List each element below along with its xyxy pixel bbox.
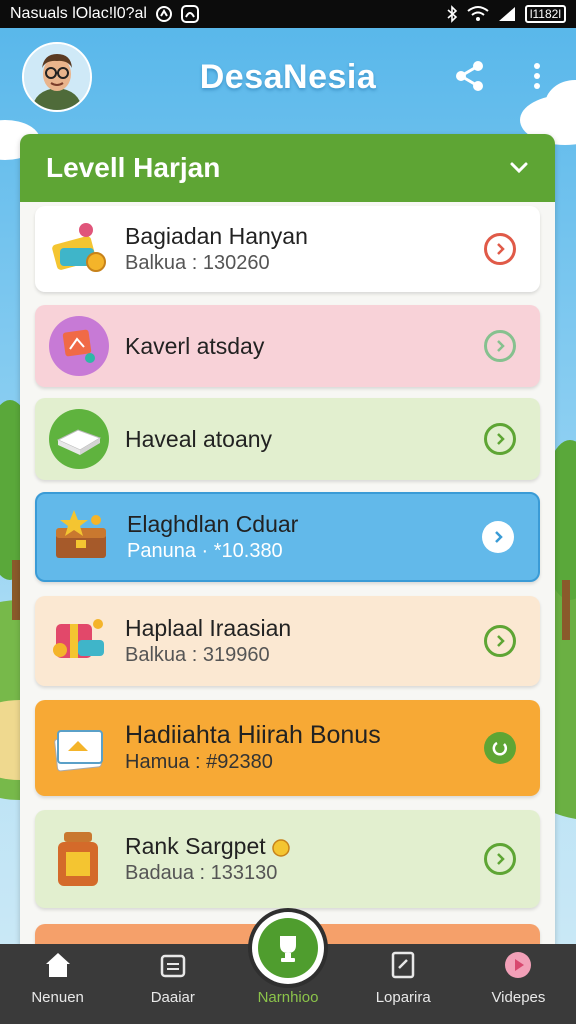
card-title: Elaghdlan Cduar: [127, 511, 299, 537]
chevron-right-icon: [495, 531, 503, 543]
nav-label: Loparira: [375, 989, 431, 1006]
card-subtitle: Balkua : 319960: [125, 644, 270, 666]
battery-indicator: l1182l: [524, 5, 566, 23]
gift-box-icon: [47, 609, 111, 673]
chevron-right-icon: [497, 853, 505, 865]
wifi-icon: [467, 5, 489, 23]
status-text: Nasuals lOlac!l0?al: [10, 5, 147, 22]
list-item[interactable]: Rank Sargpet Badaua : 133130: [35, 810, 540, 908]
card-title: Hadiiahta Hiirah Bonus: [125, 721, 381, 749]
list-item[interactable]: Haveal atoany: [35, 398, 540, 480]
treasure-chest-icon: [49, 505, 113, 569]
signal-icon: [497, 5, 517, 23]
levels-panel: Levell Harjan Bagiadan Hanyan Balkua : 1…: [20, 134, 555, 964]
arrow-right-button[interactable]: [482, 521, 514, 553]
panel-header[interactable]: Levell Harjan: [20, 134, 555, 202]
bonus-badge-button[interactable]: [484, 732, 516, 764]
jar-icon: [47, 827, 111, 891]
chevron-right-icon: [497, 243, 505, 255]
nav-label: Narnhioo: [257, 989, 319, 1006]
arrow-right-button[interactable]: [484, 625, 516, 657]
card-title: Haveal atoany: [125, 426, 273, 452]
more-vertical-icon: [534, 63, 540, 89]
list-item[interactable]: Haplaal Iraasian Balkua : 319960: [35, 596, 540, 686]
trophy-icon: [280, 936, 296, 962]
chevron-down-icon[interactable]: [509, 161, 529, 175]
list-item[interactable]: Hadiiahta Hiirah Bonus Hamua : #92380: [35, 700, 540, 796]
app-title: DesaNesia: [199, 58, 377, 96]
coin-icon: [272, 839, 290, 857]
share-icon: [456, 61, 483, 91]
list-item[interactable]: Elaghdlan Cduar Panuna · *10.380: [35, 492, 540, 582]
card-stack-icon: [47, 716, 111, 780]
nav-label: Nenuen: [31, 989, 84, 1006]
nav-item-list[interactable]: Daaiar: [115, 944, 230, 1024]
more-options-button[interactable]: [526, 58, 548, 94]
card-title-text: Rank Sargpet: [125, 833, 266, 859]
nav-item-home[interactable]: Nenuen: [0, 944, 115, 1024]
gift-box-icon: [47, 217, 111, 281]
card-subtitle: Balkua : 130260: [125, 252, 270, 274]
photo-frame-icon: [47, 314, 111, 378]
card-title: Haplaal Iraasian: [125, 615, 292, 641]
card-title: Kaverl atsday: [125, 333, 265, 359]
nav-item-videos[interactable]: Videpes: [461, 944, 576, 1024]
chevron-right-icon: [497, 433, 505, 445]
arrow-right-button[interactable]: [484, 423, 516, 455]
panel-title: Levell Harjan: [46, 152, 221, 183]
nav-label: Daaiar: [150, 989, 195, 1006]
status-bar: Nasuals lOlac!l0?al l1182l: [0, 0, 576, 28]
nav-item-report[interactable]: Loparira: [346, 944, 461, 1024]
card-subtitle: Hamua : #92380: [125, 751, 273, 773]
book-icon: [47, 407, 111, 471]
home-icon: [42, 949, 74, 981]
card-subtitle: Panuna · *10.380: [127, 540, 283, 562]
chevron-right-icon: [497, 635, 505, 647]
card-subtitle: Badaua : 133130: [125, 862, 278, 884]
briefcase-icon: [157, 949, 189, 981]
chevron-right-icon: [497, 340, 505, 352]
document-edit-icon: [387, 949, 419, 981]
app-header: DesaNesia: [0, 28, 576, 128]
card-title: Bagiadan Hanyan: [125, 223, 308, 249]
video-icon: [502, 949, 534, 981]
arrow-right-button[interactable]: [484, 330, 516, 362]
list-item[interactable]: Bagiadan Hanyan Balkua : 130260: [35, 206, 540, 292]
card-title: Rank Sargpet: [125, 832, 484, 860]
bluetooth-icon: [445, 5, 459, 23]
share-button[interactable]: [452, 58, 488, 94]
notification-icon: [155, 5, 173, 23]
arrow-right-button[interactable]: [484, 233, 516, 265]
arrow-right-button[interactable]: [484, 843, 516, 875]
refresh-icon: [492, 741, 508, 756]
list-item[interactable]: Kaverl atsday: [35, 305, 540, 387]
app-notification-icon: [180, 5, 199, 23]
nav-label: Videpes: [491, 989, 546, 1006]
center-action-button[interactable]: [252, 912, 324, 984]
